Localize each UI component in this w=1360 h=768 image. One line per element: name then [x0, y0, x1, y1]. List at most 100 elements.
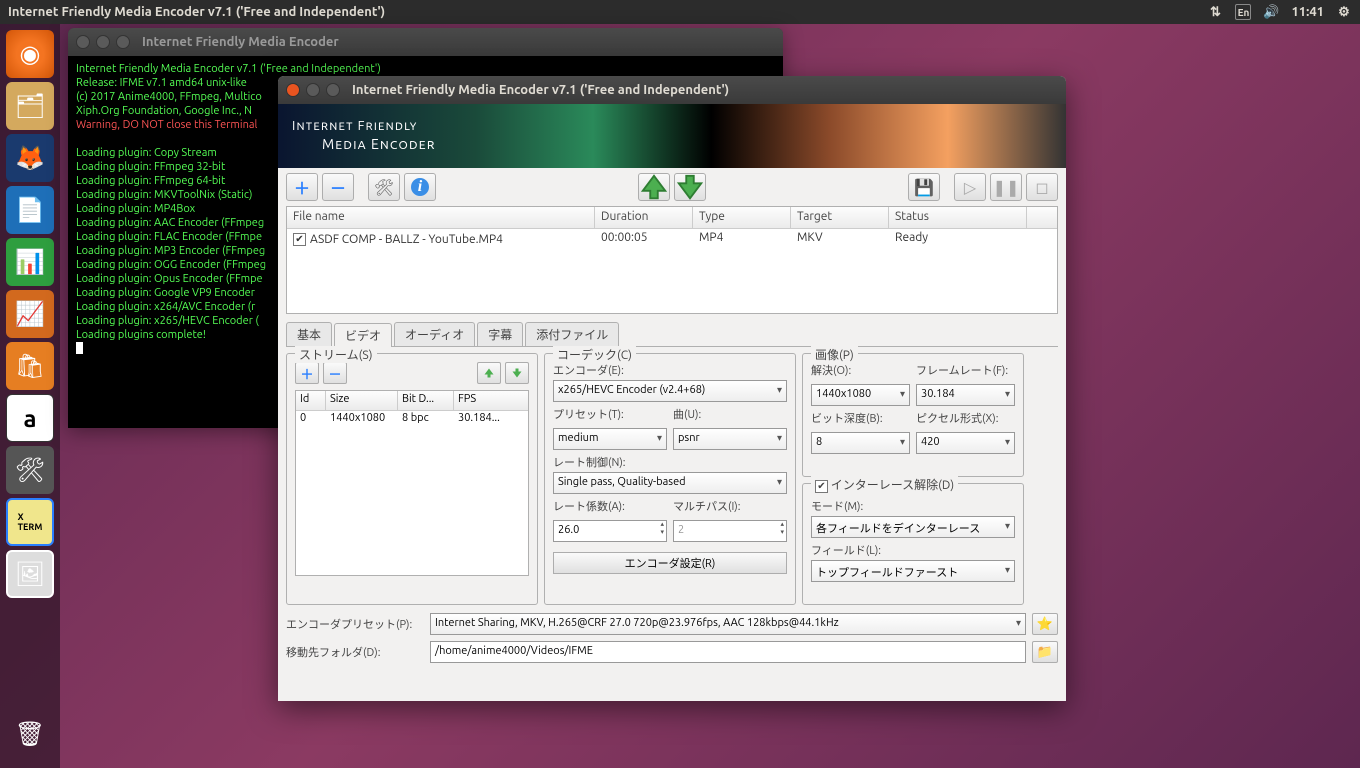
amazon-icon[interactable]: a	[6, 394, 54, 442]
file-row[interactable]: ✔ ASDF COMP - BALLZ - YouTube.MP4 00:00:…	[287, 229, 1057, 249]
enc-preset-combo[interactable]: Internet Sharing, MKV, H.265@CRF 27.0 72…	[430, 613, 1026, 635]
maximize-icon[interactable]	[326, 83, 340, 97]
move-up-button[interactable]	[638, 173, 670, 201]
picture-legend: 画像(P)	[811, 346, 858, 363]
image-icon[interactable]: 🖼	[6, 550, 54, 598]
tab-video[interactable]: ビデオ	[334, 323, 392, 347]
st-col-size[interactable]: Size	[326, 391, 398, 410]
st-id: 0	[296, 411, 326, 429]
files-icon[interactable]: 🗂	[6, 82, 54, 130]
impress-icon[interactable]: 📈	[6, 290, 54, 338]
stream-up-button[interactable]	[477, 362, 501, 384]
dest-input[interactable]: /home/anime4000/Videos/IFME	[430, 641, 1026, 663]
minimize-icon[interactable]	[306, 83, 320, 97]
encoder-settings-button[interactable]: エンコーダ設定(R)	[553, 552, 787, 574]
res-combo[interactable]: 1440x1080	[811, 384, 910, 406]
input-lang-icon[interactable]: En	[1235, 4, 1251, 20]
crf-label: レート係数(A):	[553, 498, 667, 514]
move-down-button[interactable]	[674, 173, 706, 201]
row-checkbox[interactable]: ✔	[293, 233, 306, 246]
file-list[interactable]: File name Duration Type Target Status ✔ …	[286, 206, 1058, 314]
dash-icon[interactable]: ◉	[6, 30, 54, 78]
system-tray: ⇅ En 🔊 11:41 ⚙	[1207, 4, 1352, 20]
tab-attachment[interactable]: 添付ファイル	[525, 322, 619, 346]
clock[interactable]: 11:41	[1291, 5, 1324, 19]
writer-icon[interactable]: 📄	[6, 186, 54, 234]
rate-combo[interactable]: Single pass, Quality-based	[553, 472, 787, 494]
trash-icon[interactable]: 🗑	[6, 710, 54, 758]
gear-icon[interactable]: ⚙	[1336, 4, 1352, 20]
play-button[interactable]: ▷	[954, 173, 986, 201]
app-banner: Internet Friendly Media Encoder	[278, 104, 1066, 168]
top-menubar: Internet Friendly Media Encoder v7.1 ('F…	[0, 0, 1360, 24]
xterm-icon[interactable]: XTERM	[6, 498, 54, 546]
st-col-fps[interactable]: FPS	[454, 391, 528, 410]
stream-row[interactable]: 0 1440x1080 8 bpc 30.184...	[296, 411, 528, 429]
info-button[interactable]: i	[404, 173, 436, 201]
network-icon[interactable]: ⇅	[1207, 4, 1223, 20]
tools-button[interactable]: 🛠	[368, 173, 400, 201]
favorite-button[interactable]: ⭐	[1032, 613, 1058, 635]
terminal-titlebar[interactable]: Internet Friendly Media Encoder	[68, 28, 783, 56]
firefox-icon[interactable]: 🦊	[6, 134, 54, 182]
col-type[interactable]: Type	[693, 207, 791, 228]
col-status[interactable]: Status	[889, 207, 1027, 228]
row-type: MP4	[693, 229, 791, 249]
col-filename[interactable]: File name	[287, 207, 595, 228]
main-toolbar: ＋ － 🛠 i 💾 ▷ ❚❚ ◻	[278, 168, 1066, 206]
picture-group: 画像(P) 解決(O): フレームレート(F): 1440x1080 30.18…	[802, 353, 1024, 477]
settings-icon[interactable]: 🛠	[6, 446, 54, 494]
software-icon[interactable]: 🛍	[6, 342, 54, 390]
app-title: Internet Friendly Media Encoder v7.1 ('F…	[352, 83, 729, 97]
stream-remove-button[interactable]: －	[323, 362, 347, 384]
volume-icon[interactable]: 🔊	[1263, 4, 1279, 20]
stream-down-button[interactable]	[505, 362, 529, 384]
col-target[interactable]: Target	[791, 207, 889, 228]
st-bitd: 8 bpc	[398, 411, 454, 429]
tab-bar: 基本 ビデオ オーディオ 字幕 添付ファイル	[286, 322, 1058, 346]
deint-legend: ✔ インターレース解除(D)	[811, 476, 958, 493]
st-col-id[interactable]: Id	[296, 391, 326, 410]
stream-table[interactable]: Id Size Bit D... FPS 0 1440x1080 8 bpc 3…	[295, 390, 529, 576]
tab-subtitle[interactable]: 字幕	[477, 322, 523, 346]
right-column: 画像(P) 解決(O): フレームレート(F): 1440x1080 30.18…	[802, 353, 1024, 605]
tab-basic[interactable]: 基本	[286, 322, 332, 346]
close-icon[interactable]	[286, 83, 300, 97]
col-duration[interactable]: Duration	[595, 207, 693, 228]
row-duration: 00:00:05	[595, 229, 693, 249]
pause-button[interactable]: ❚❚	[990, 173, 1022, 201]
multi-spinner[interactable]: 2	[673, 520, 787, 542]
banner-text: Internet Friendly Media Encoder	[292, 118, 436, 153]
st-size: 1440x1080	[326, 411, 398, 429]
bit-label: ビット深度(B):	[811, 410, 910, 426]
preset-combo[interactable]: medium	[553, 428, 667, 450]
term-close-icon[interactable]	[76, 35, 90, 49]
crf-spinner[interactable]: 26.0	[553, 520, 667, 542]
stream-add-button[interactable]: ＋	[295, 362, 319, 384]
browse-button[interactable]: 📁	[1032, 641, 1058, 663]
save-button[interactable]: 💾	[908, 173, 940, 201]
row-status: Ready	[889, 229, 1027, 249]
remove-file-button[interactable]: －	[322, 173, 354, 201]
fps-combo[interactable]: 30.184	[916, 384, 1015, 406]
term-max-icon[interactable]	[116, 35, 130, 49]
pix-combo[interactable]: 420	[916, 432, 1015, 454]
encoder-combo[interactable]: x265/HEVC Encoder (v2.4+68)	[553, 380, 787, 402]
app-titlebar[interactable]: Internet Friendly Media Encoder v7.1 ('F…	[278, 76, 1066, 104]
stop-button[interactable]: ◻	[1026, 173, 1058, 201]
col-spacer	[1027, 207, 1057, 228]
tune-combo[interactable]: psnr	[673, 428, 787, 450]
st-col-bitd[interactable]: Bit D...	[398, 391, 454, 410]
calc-icon[interactable]: 📊	[6, 238, 54, 286]
deint-checkbox[interactable]: ✔	[815, 480, 828, 493]
pix-label: ピクセル形式(X):	[916, 410, 1015, 426]
preset-label: プリセット(T):	[553, 406, 667, 422]
field-combo[interactable]: トップフィールドファースト	[811, 560, 1015, 582]
tab-audio[interactable]: オーディオ	[394, 322, 475, 346]
term-min-icon[interactable]	[96, 35, 110, 49]
codec-legend: コーデック(C)	[553, 346, 636, 363]
bit-combo[interactable]: 8	[811, 432, 910, 454]
bottom-area: エンコーダプリセット(P): Internet Sharing, MKV, H.…	[286, 613, 1058, 663]
mode-combo[interactable]: 各フィールドをデインターレース	[811, 516, 1015, 538]
add-file-button[interactable]: ＋	[286, 173, 318, 201]
